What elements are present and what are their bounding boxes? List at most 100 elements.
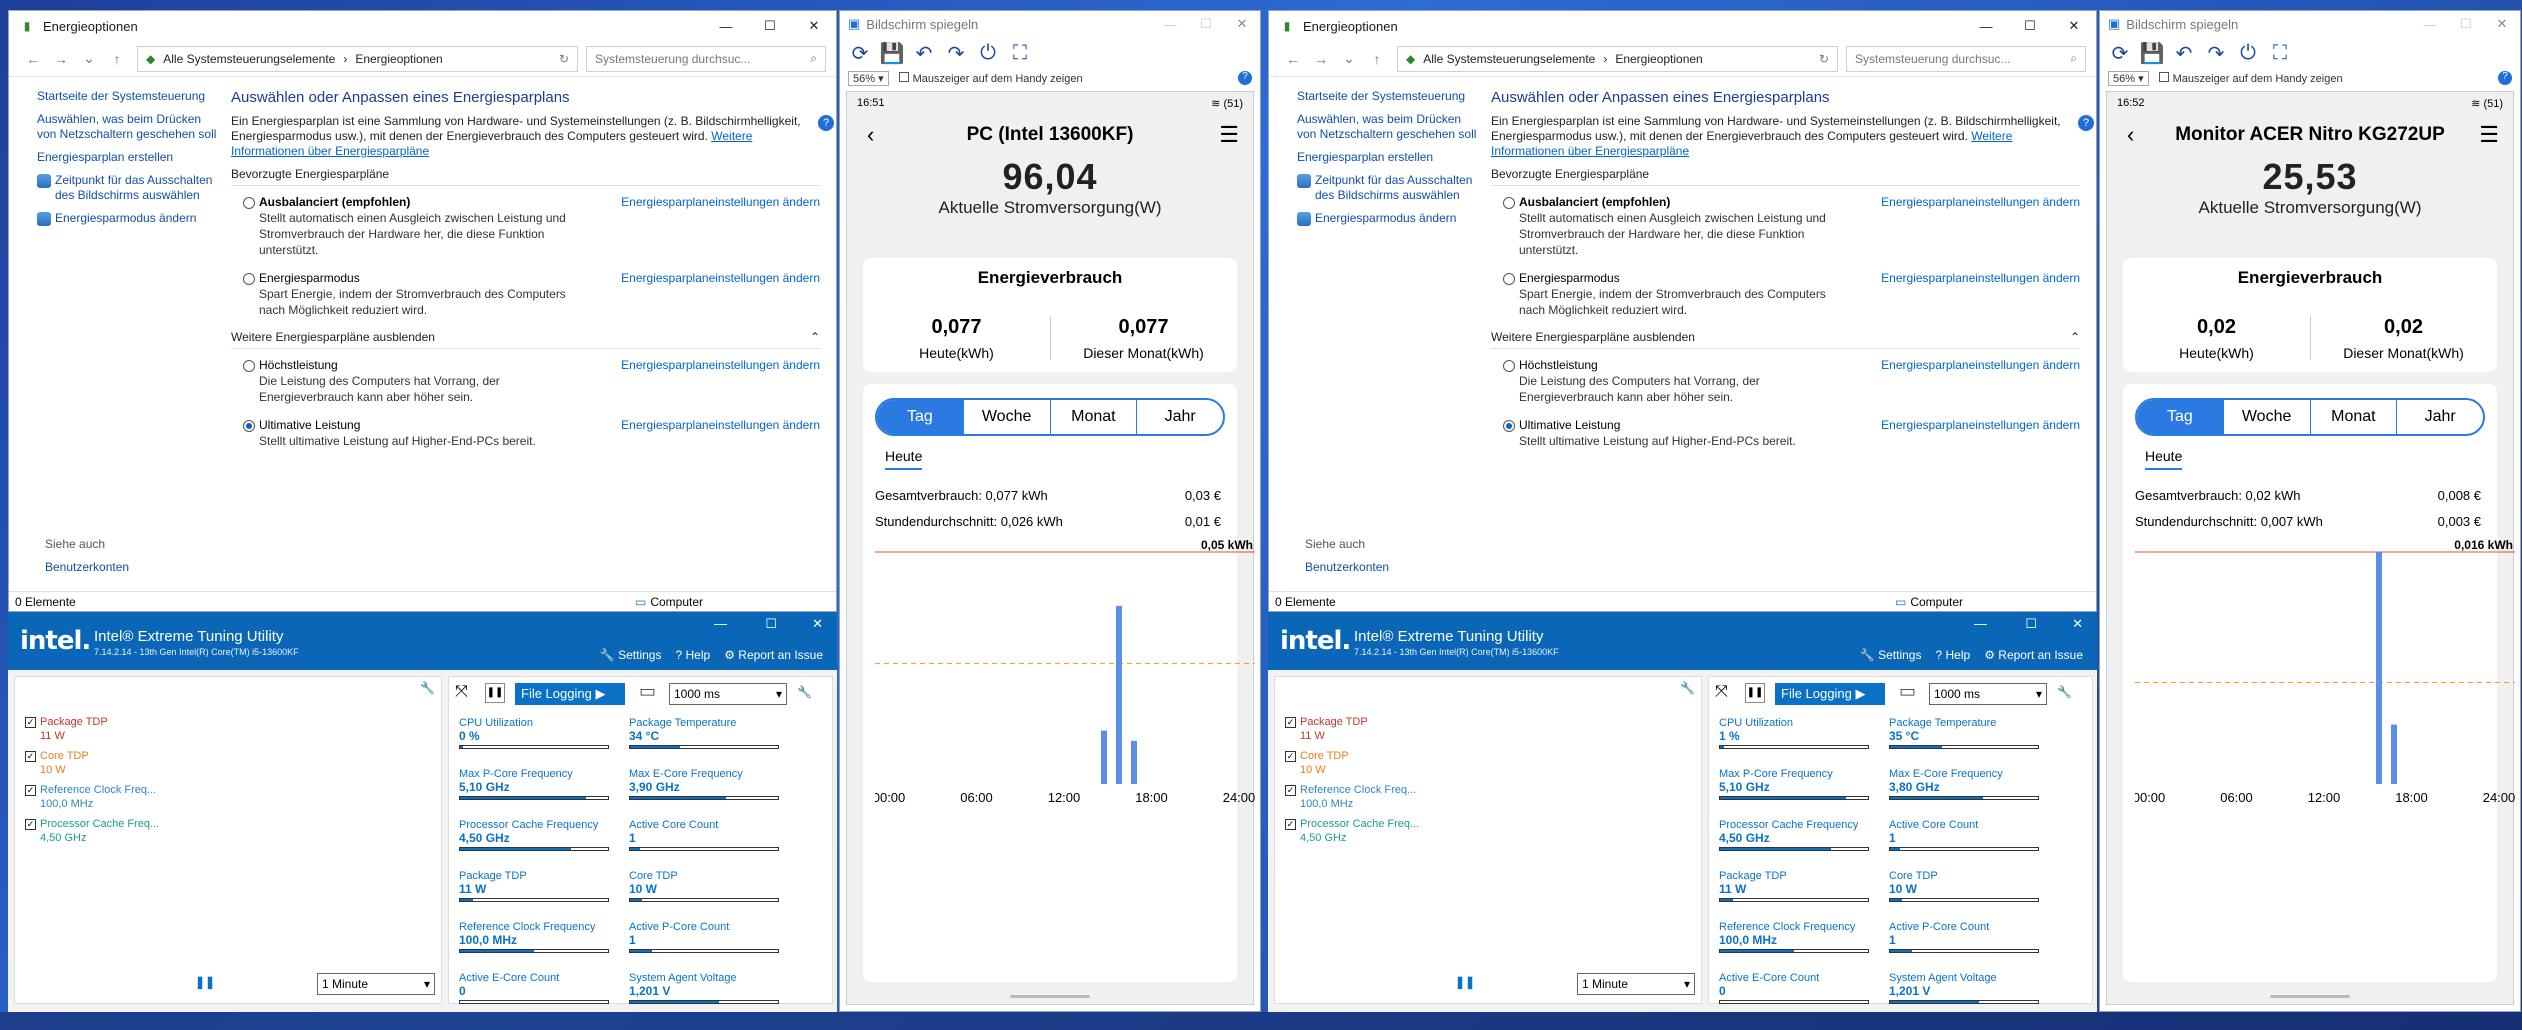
plan-radio[interactable] bbox=[243, 273, 255, 285]
refresh-icon[interactable]: ⟳ bbox=[848, 41, 872, 65]
sidebar-link[interactable]: Energiesparmodus ändern bbox=[37, 211, 217, 226]
plan-radio[interactable] bbox=[1503, 197, 1515, 209]
back-arrow-icon[interactable]: ← bbox=[19, 51, 47, 67]
report-issue-menu[interactable]: ⚙ Report an Issue bbox=[724, 648, 823, 662]
sidebar-link[interactable]: Zeitpunkt für das Ausschalten des Bildsc… bbox=[1297, 173, 1477, 203]
file-logging-button[interactable]: File Logging ▶ bbox=[1775, 683, 1885, 705]
compact-view-icon[interactable]: ⤧ bbox=[455, 683, 468, 701]
close-button[interactable]: ✕ bbox=[792, 11, 836, 41]
maximize-button[interactable]: ☐ bbox=[2448, 16, 2484, 32]
refresh-icon[interactable]: ⟳ bbox=[2108, 41, 2132, 65]
power-icon[interactable]: ⏻ bbox=[2236, 41, 2260, 65]
chevron-up-icon[interactable]: ⌃ bbox=[810, 330, 820, 344]
minimize-button[interactable]: — bbox=[2412, 17, 2448, 32]
search-input[interactable]: Systemsteuerung durchsuc... ⌕ bbox=[1846, 45, 2086, 72]
log-interval-select[interactable]: 1000 ms ▾ bbox=[1929, 683, 2047, 705]
refresh-icon[interactable]: ↻ bbox=[1819, 52, 1829, 66]
sidebar-link[interactable]: Startseite der Systemsteuerung bbox=[37, 89, 217, 104]
up-arrow-icon[interactable]: ↑ bbox=[103, 51, 131, 67]
tab-jahr[interactable]: Jahr bbox=[1137, 400, 1223, 434]
tab-monat[interactable]: Monat bbox=[1051, 400, 1138, 434]
forward-arrow-icon[interactable]: → bbox=[1307, 51, 1335, 67]
power-icon[interactable]: ⏻ bbox=[976, 41, 1000, 65]
legend-item[interactable]: ✓ Reference Clock Freq... 100,0 MHz bbox=[25, 783, 185, 811]
maximize-button[interactable]: ☐ bbox=[1188, 16, 1224, 32]
help-icon[interactable]: ? bbox=[2078, 115, 2094, 131]
zoom-select[interactable]: 56% ▾ bbox=[848, 70, 889, 86]
legend-item[interactable]: ✓ Package TDP 11 W bbox=[1285, 715, 1445, 743]
wrench-icon[interactable]: 🔧 bbox=[420, 681, 435, 695]
chevron-down-icon[interactable]: ⌄ bbox=[75, 50, 103, 67]
folder-icon[interactable]: ▭ bbox=[639, 681, 656, 702]
checkbox[interactable]: ✓ bbox=[1285, 785, 1296, 796]
more-plans-header[interactable]: Weitere Energiesparpläne ausblenden ⌃ bbox=[1491, 330, 2080, 349]
legend-item[interactable]: ✓ Core TDP 10 W bbox=[25, 749, 185, 777]
plan-radio[interactable] bbox=[1503, 420, 1515, 432]
wrench-icon[interactable]: 🔧 bbox=[797, 685, 812, 699]
chevron-down-icon[interactable]: ⌄ bbox=[1335, 50, 1363, 67]
sidebar-link[interactable]: Zeitpunkt für das Ausschalten des Bildsc… bbox=[37, 173, 217, 203]
close-button[interactable]: ✕ bbox=[2052, 11, 2096, 41]
tab-tag[interactable]: Tag bbox=[2137, 400, 2224, 434]
undo-icon[interactable]: ↶ bbox=[912, 41, 936, 65]
accounts-link[interactable]: Benutzerkonten bbox=[1305, 560, 1389, 574]
file-logging-button[interactable]: File Logging ▶ bbox=[515, 683, 625, 705]
settings-menu[interactable]: 🔧 Settings bbox=[600, 648, 662, 662]
pause-icon[interactable]: ❚❚ bbox=[1455, 975, 1475, 989]
pointer-checkbox[interactable]: Mauszeiger auf dem Handy zeigen bbox=[2158, 71, 2343, 85]
plan-radio[interactable] bbox=[1503, 273, 1515, 285]
undo-icon[interactable]: ↶ bbox=[2172, 41, 2196, 65]
address-bar[interactable]: ◆ Alle Systemsteuerungselemente › Energieop… bbox=[137, 45, 578, 72]
close-button[interactable]: ✕ bbox=[1224, 16, 1260, 32]
menu-icon[interactable]: ☰ bbox=[2479, 114, 2499, 156]
change-plan-settings-link[interactable]: Energiesparplaneinstellungen ändern bbox=[621, 417, 820, 433]
pause-button[interactable]: ❚❚ bbox=[485, 683, 505, 703]
checkbox[interactable]: ✓ bbox=[1285, 717, 1296, 728]
minimize-button[interactable]: — bbox=[714, 616, 727, 631]
legend-item[interactable]: ✓ Reference Clock Freq... 100,0 MHz bbox=[1285, 783, 1445, 811]
settings-menu[interactable]: 🔧 Settings bbox=[1860, 648, 1922, 662]
pointer-checkbox[interactable]: Mauszeiger auf dem Handy zeigen bbox=[898, 71, 1083, 85]
back-chevron-icon[interactable]: ‹ bbox=[867, 114, 874, 156]
minimize-button[interactable]: — bbox=[1964, 11, 2008, 41]
checkbox[interactable]: ✓ bbox=[25, 751, 36, 762]
save-icon[interactable]: 💾 bbox=[880, 41, 905, 65]
tab-tag[interactable]: Tag bbox=[877, 400, 964, 434]
breadcrumb-page[interactable]: Energieoptionen bbox=[1615, 52, 1702, 66]
redo-icon[interactable]: ↷ bbox=[2204, 41, 2228, 65]
tab-heute[interactable]: Heute bbox=[885, 448, 923, 470]
change-plan-settings-link[interactable]: Energiesparplaneinstellungen ändern bbox=[1881, 417, 2080, 433]
tab-monat[interactable]: Monat bbox=[2311, 400, 2398, 434]
maximize-button[interactable]: ☐ bbox=[748, 11, 792, 41]
pause-icon[interactable]: ❚❚ bbox=[195, 975, 215, 989]
tab-woche[interactable]: Woche bbox=[2224, 400, 2311, 434]
minimize-button[interactable]: — bbox=[704, 11, 748, 41]
close-button[interactable]: ✕ bbox=[2484, 16, 2520, 32]
breadcrumb-root[interactable]: Alle Systemsteuerungselemente bbox=[163, 52, 335, 66]
checkbox[interactable] bbox=[2158, 71, 2169, 82]
pause-button[interactable]: ❚❚ bbox=[1745, 683, 1765, 703]
breadcrumb-page[interactable]: Energieoptionen bbox=[355, 52, 442, 66]
help-menu[interactable]: ? Help bbox=[1935, 648, 1970, 662]
log-interval-select[interactable]: 1000 ms ▾ bbox=[669, 683, 787, 705]
maximize-button[interactable]: ☐ bbox=[2025, 616, 2037, 632]
checkbox[interactable]: ✓ bbox=[1285, 819, 1296, 830]
checkbox[interactable]: ✓ bbox=[25, 819, 36, 830]
up-arrow-icon[interactable]: ↑ bbox=[1363, 51, 1391, 67]
checkbox[interactable]: ✓ bbox=[1285, 751, 1296, 762]
compact-view-icon[interactable]: ⤧ bbox=[1715, 683, 1728, 701]
redo-icon[interactable]: ↷ bbox=[944, 41, 968, 65]
sidebar-link[interactable]: Startseite der Systemsteuerung bbox=[1297, 89, 1477, 104]
checkbox[interactable] bbox=[898, 71, 909, 82]
help-icon[interactable]: ? bbox=[818, 115, 834, 131]
breadcrumb-root[interactable]: Alle Systemsteuerungselemente bbox=[1423, 52, 1595, 66]
change-plan-settings-link[interactable]: Energiesparplaneinstellungen ändern bbox=[1881, 357, 2080, 373]
sidebar-link[interactable]: Auswählen, was beim Drücken von Netzscha… bbox=[37, 112, 217, 142]
change-plan-settings-link[interactable]: Energiesparplaneinstellungen ändern bbox=[1881, 194, 2080, 210]
sidebar-link[interactable]: Energiesparplan erstellen bbox=[37, 150, 217, 165]
back-arrow-icon[interactable]: ← bbox=[1279, 51, 1307, 67]
maximize-button[interactable]: ☐ bbox=[2008, 11, 2052, 41]
fullscreen-icon[interactable]: ⛶ bbox=[2268, 41, 2292, 65]
zoom-select[interactable]: 56% ▾ bbox=[2108, 70, 2149, 86]
menu-icon[interactable]: ☰ bbox=[1219, 114, 1239, 156]
